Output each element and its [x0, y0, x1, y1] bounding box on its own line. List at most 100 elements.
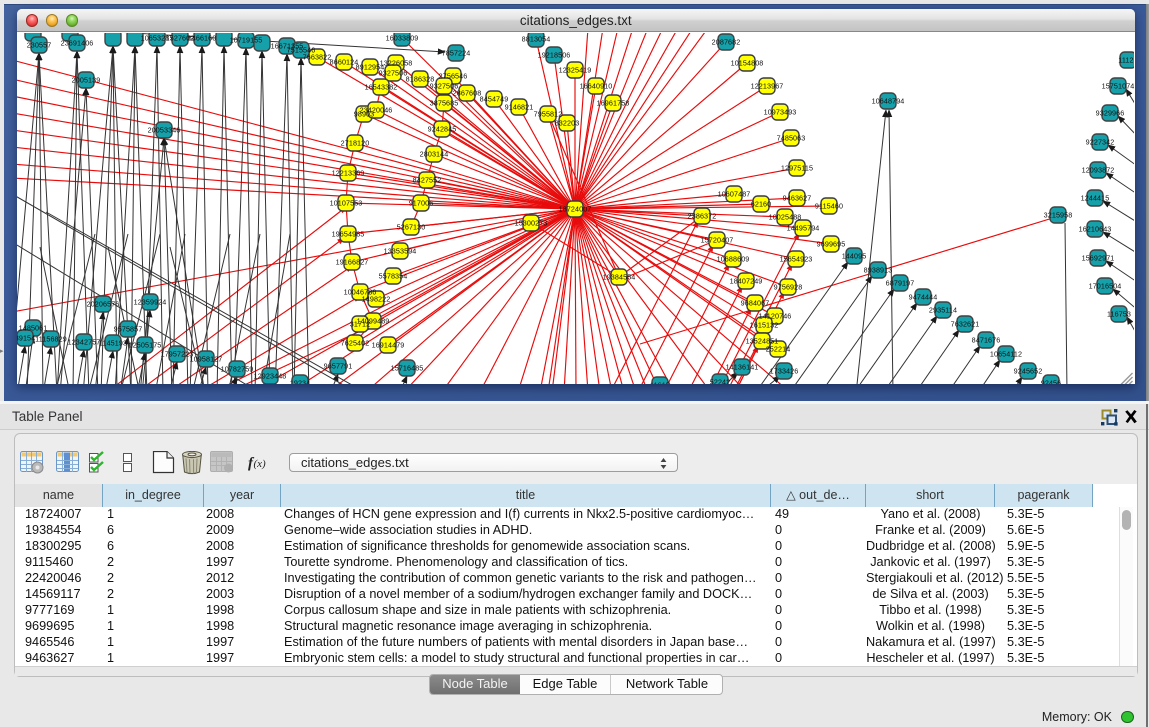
svg-text:2718120: 2718120 [341, 138, 370, 147]
svg-text:52242: 52242 [710, 377, 731, 384]
svg-text:15654923: 15654923 [780, 254, 813, 263]
svg-text:9329966: 9329966 [1096, 108, 1125, 117]
svg-text:5578354: 5578354 [379, 271, 408, 280]
svg-text:252214: 252214 [766, 344, 791, 353]
svg-text:14495794: 14495794 [787, 223, 820, 232]
svg-text:18724007: 18724007 [559, 204, 592, 213]
svg-text:15300273: 15300273 [515, 218, 548, 227]
svg-text:12325419: 12325419 [559, 65, 592, 74]
svg-text:12359924: 12359924 [134, 297, 167, 306]
svg-text:1145193: 1145193 [99, 338, 127, 347]
svg-text:10154808: 10154808 [731, 58, 764, 67]
svg-text:15720407: 15720407 [701, 235, 734, 244]
svg-text:2803144: 2803144 [420, 149, 449, 158]
svg-text:7857224: 7857224 [442, 48, 471, 57]
svg-text:12213369: 12213369 [332, 168, 365, 177]
svg-text:9463627: 9463627 [783, 193, 812, 202]
svg-text:18407249: 18407249 [730, 276, 763, 285]
svg-text:917006: 917006 [409, 198, 434, 207]
svg-text:13226058: 13226058 [380, 58, 413, 67]
svg-text:5267130: 5267130 [397, 222, 426, 231]
svg-text:92456: 92456 [1041, 378, 1062, 384]
svg-text:9146821: 9146821 [505, 102, 534, 111]
svg-text:20206576: 20206576 [87, 299, 120, 308]
svg-text:9756928: 9756928 [774, 282, 803, 291]
svg-text:1733426: 1733426 [770, 366, 799, 375]
svg-text:12342757: 12342757 [68, 337, 101, 346]
svg-text:17957223: 17957223 [161, 349, 194, 358]
svg-text:16961758: 16961758 [597, 98, 630, 107]
svg-text:23691406: 23691406 [61, 38, 94, 47]
svg-text:62160: 62160 [751, 199, 772, 208]
svg-text:2386372: 2386372 [688, 211, 717, 220]
svg-text:19234: 19234 [290, 378, 311, 384]
svg-text:1498222: 1498222 [362, 294, 391, 303]
svg-text:9575857: 9575857 [114, 324, 143, 333]
svg-text:9227342: 9227342 [1086, 137, 1115, 146]
svg-text:230557: 230557 [27, 40, 52, 49]
svg-text:15751074: 15751074 [1102, 81, 1134, 90]
svg-text:9242845: 9242845 [428, 124, 457, 133]
svg-text:10648794: 10648794 [872, 96, 905, 105]
svg-text:(x): (x) [254, 458, 267, 470]
svg-text:17016504: 17016504 [1089, 281, 1122, 290]
svg-text:19166827: 19166827 [336, 257, 369, 266]
svg-text:7485063: 7485063 [777, 133, 806, 142]
svg-text:16543382: 16543382 [365, 82, 398, 91]
svg-text:14120746: 14120746 [759, 311, 792, 320]
svg-text:12975115: 12975115 [781, 163, 813, 172]
svg-text:23420046: 23420046 [360, 105, 393, 114]
svg-text:2935114: 2935114 [929, 305, 957, 314]
svg-text:10688609: 10688609 [717, 254, 750, 263]
svg-text:6466160: 6466160 [188, 33, 217, 42]
svg-text:9474444: 9474444 [909, 292, 938, 301]
svg-text:11156829: 11156829 [35, 334, 67, 343]
svg-text:10107553: 10107553 [330, 198, 363, 207]
svg-text:144095: 144095 [842, 251, 867, 260]
svg-text:13353594: 13353594 [384, 246, 417, 255]
svg-text:10719155: 10719155 [230, 35, 263, 44]
svg-text:3875685: 3875685 [430, 98, 459, 107]
svg-text:2087682: 2087682 [712, 37, 741, 46]
svg-text:12093872: 12093872 [1082, 165, 1115, 174]
svg-text:10025488: 10025488 [769, 212, 802, 221]
svg-text:8813054: 8813054 [522, 34, 551, 43]
svg-text:31712: 31712 [350, 319, 371, 328]
svg-text:9684067: 9684067 [741, 298, 770, 307]
svg-text:2756546: 2756546 [439, 71, 468, 80]
svg-text:2867608: 2867608 [453, 88, 482, 97]
svg-text:1485061: 1485061 [19, 323, 48, 332]
svg-text:832203: 832203 [555, 118, 580, 127]
svg-text:8471676: 8471676 [972, 335, 1001, 344]
svg-text:8660124: 8660124 [330, 57, 359, 66]
svg-text:9115460: 9115460 [815, 201, 843, 210]
svg-text:116753: 116753 [1107, 309, 1131, 318]
svg-text:14136141: 14136141 [726, 362, 759, 371]
svg-text:16640910: 16640910 [580, 81, 613, 90]
svg-text:12505175: 12505175 [129, 340, 162, 349]
svg-text:10782759: 10782759 [221, 364, 254, 373]
svg-text:7632621: 7632621 [951, 319, 980, 328]
svg-text:39154: 39154 [17, 333, 35, 342]
svg-text:20053346: 20053346 [148, 125, 181, 134]
svg-text:7625402: 7625402 [341, 338, 370, 347]
svg-text:11615: 11615 [650, 380, 670, 384]
svg-text:15716485: 15716485 [391, 363, 424, 372]
svg-text:11127: 11127 [1118, 55, 1134, 64]
svg-text:9699695: 9699695 [817, 239, 846, 248]
svg-text:3215958: 3215958 [1044, 210, 1073, 219]
svg-text:10958127: 10958127 [190, 354, 223, 363]
svg-text:16033809: 16033809 [386, 33, 419, 42]
svg-text:9327506: 9327506 [379, 68, 408, 77]
svg-text:10607487: 10607487 [718, 189, 751, 198]
svg-text:19654985: 19654985 [332, 229, 365, 238]
svg-text:16210643: 16210643 [1079, 224, 1112, 233]
svg-text:8938913: 8938913 [864, 265, 893, 274]
svg-text:8427552: 8427552 [413, 175, 442, 184]
svg-text:12213967: 12213967 [751, 81, 784, 90]
svg-text:9245652: 9245652 [1014, 366, 1043, 375]
svg-text:10654112: 10654112 [990, 349, 1022, 358]
svg-text:7515546: 7515546 [287, 45, 316, 54]
svg-text:10973493: 10973493 [764, 107, 797, 116]
svg-text:2005139: 2005139 [72, 75, 101, 84]
